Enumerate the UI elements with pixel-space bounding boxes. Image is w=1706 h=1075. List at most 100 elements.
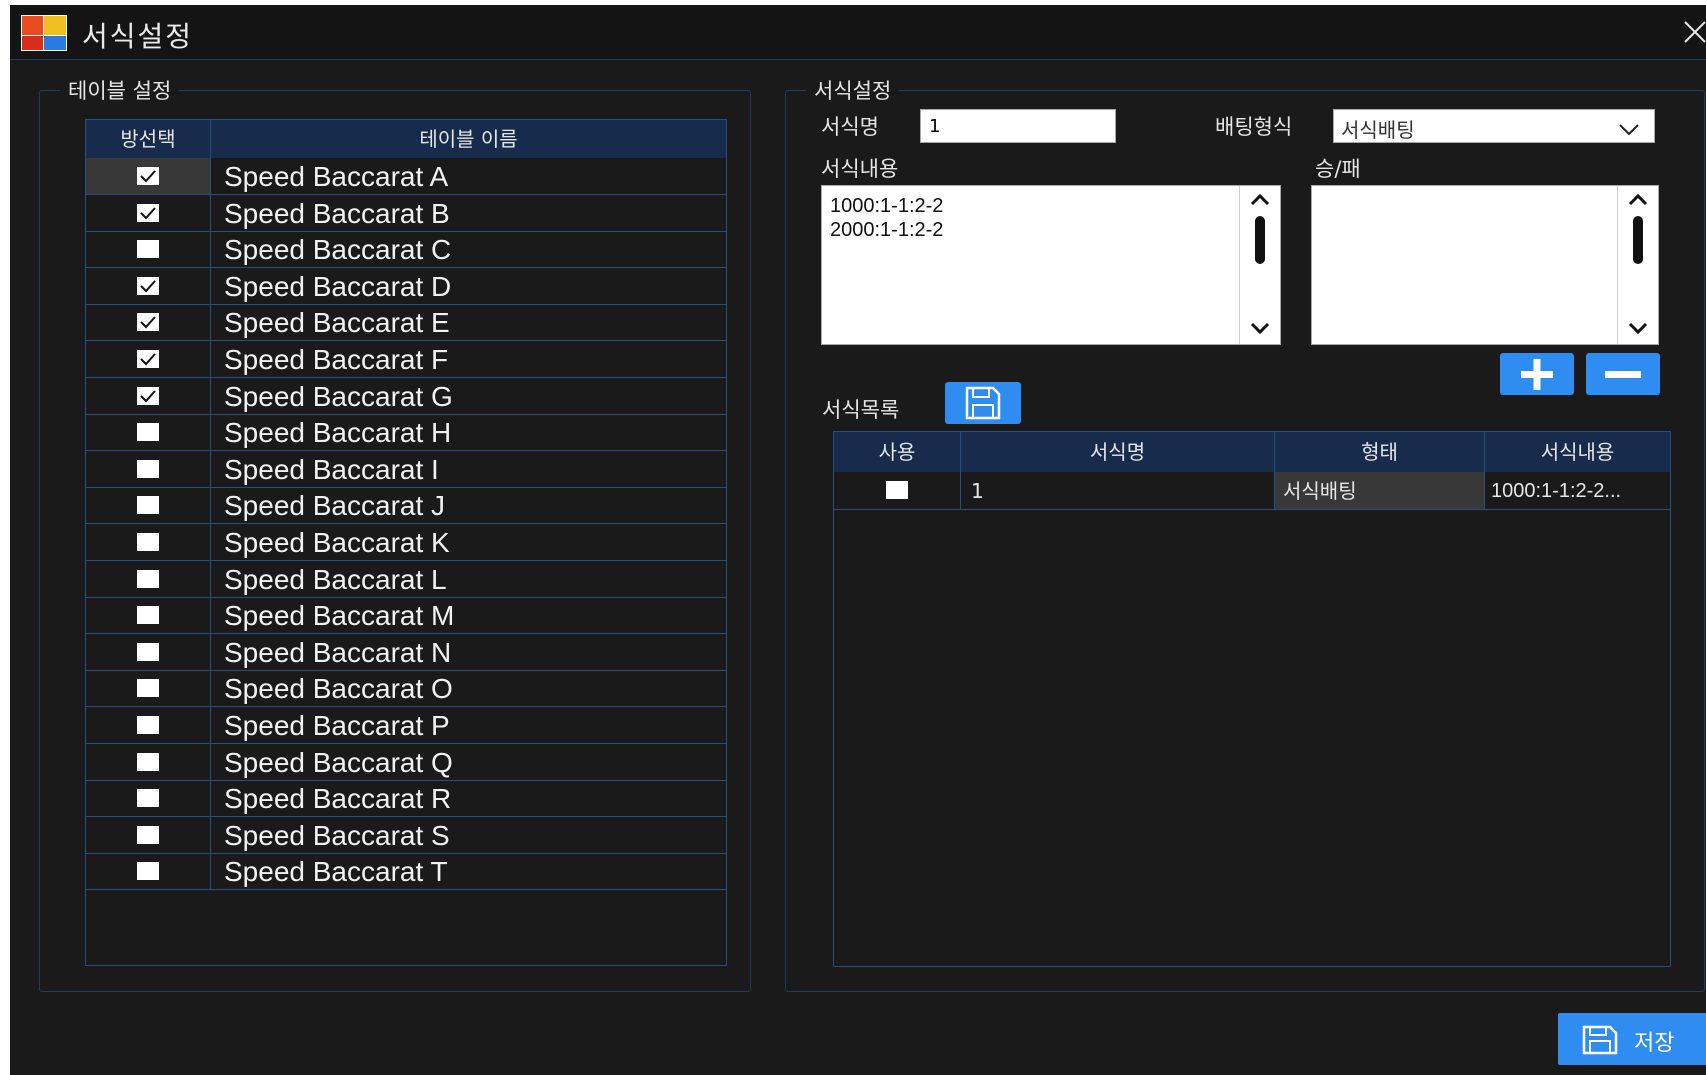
table-name-cell: Speed Baccarat P — [224, 710, 450, 741]
select-cell[interactable] — [86, 304, 211, 341]
table-name-cell: Speed Baccarat F — [224, 344, 449, 375]
add-button[interactable] — [1500, 353, 1574, 395]
select-cell[interactable] — [86, 560, 211, 597]
table-row[interactable]: Speed Baccarat B — [86, 194, 726, 232]
content-textarea[interactable]: 1000:1-1:2-2 2000:1-1:2-2 — [821, 185, 1281, 345]
select-cell[interactable] — [86, 487, 211, 524]
table-name-cell: Speed Baccarat J — [224, 490, 446, 522]
use-cell[interactable] — [834, 472, 961, 509]
table-name-cell: Speed Baccarat Q — [224, 746, 453, 778]
table-name-cell: Speed Baccarat R — [224, 783, 452, 815]
content-line: 2000:1-1:2-2 — [830, 219, 944, 241]
type-cell: 서식배팅 — [1275, 472, 1485, 509]
table-row[interactable]: Speed Baccarat P — [86, 707, 726, 744]
col-select-header[interactable]: 방선택 — [86, 120, 211, 158]
table-row[interactable]: Speed Baccarat D — [86, 267, 726, 305]
table-row[interactable]: Speed Baccarat R — [86, 780, 726, 818]
table-row[interactable]: Speed Baccarat T — [86, 853, 726, 891]
col-name-header[interactable]: 서식명 — [961, 432, 1275, 472]
table-name-cell: Speed Baccarat I — [224, 453, 439, 485]
bet-type-select[interactable]: 서식배팅 — [1333, 109, 1655, 143]
select-cell[interactable] — [86, 414, 211, 451]
checkbox-unchecked[interactable] — [137, 533, 159, 551]
select-cell[interactable] — [86, 780, 211, 817]
table-name-cell: Speed Baccarat M — [224, 600, 455, 632]
table-row[interactable]: Speed Baccarat N — [86, 633, 726, 671]
close-icon[interactable] — [1680, 17, 1706, 47]
table-row[interactable]: 1 서식배팅 1000:1-1:2-2... — [834, 472, 1670, 510]
select-cell[interactable] — [86, 670, 211, 707]
winlose-textarea[interactable] — [1311, 185, 1659, 345]
winlose-scrollbar[interactable] — [1617, 186, 1658, 344]
list-save-button[interactable] — [945, 382, 1021, 424]
table-row[interactable]: Speed Baccarat A — [86, 158, 726, 195]
name-cell: 1 — [961, 472, 1275, 509]
select-cell[interactable] — [86, 524, 211, 560]
checkbox-checked[interactable] — [137, 386, 159, 405]
table-row[interactable]: Speed Baccarat E — [86, 304, 726, 342]
select-cell[interactable] — [86, 707, 211, 743]
col-name-header[interactable]: 테이블 이름 — [211, 120, 726, 158]
table-row[interactable]: Speed Baccarat O — [86, 670, 726, 708]
checkbox-unchecked[interactable] — [137, 752, 159, 771]
checkbox-unchecked[interactable] — [137, 423, 159, 442]
checkbox-unchecked[interactable] — [137, 679, 159, 698]
select-cell[interactable] — [86, 450, 211, 487]
select-cell[interactable] — [86, 597, 211, 634]
table-row[interactable]: Speed Baccarat S — [86, 816, 726, 854]
table-name-cell: Speed Baccarat D — [224, 270, 452, 302]
checkbox-unchecked[interactable] — [137, 459, 159, 478]
table-row[interactable]: Speed Baccarat K — [86, 524, 726, 561]
col-content-header[interactable]: 서식내용 — [1485, 432, 1670, 472]
table-row[interactable]: Speed Baccarat C — [86, 231, 726, 269]
checkbox-unchecked[interactable] — [137, 825, 159, 844]
title-bar: 서식설정 — [10, 5, 1706, 60]
select-cell[interactable] — [86, 816, 211, 853]
checkbox-unchecked[interactable] — [137, 606, 159, 625]
select-cell[interactable] — [86, 267, 211, 304]
checkbox-unchecked[interactable] — [137, 862, 159, 881]
table-row[interactable]: Speed Baccarat M — [86, 597, 726, 635]
app-icon — [21, 15, 67, 51]
use-checkbox[interactable] — [886, 481, 908, 499]
bet-type-value: 서식배팅 — [1341, 118, 1415, 142]
checkbox-unchecked[interactable] — [137, 240, 159, 259]
select-cell[interactable] — [86, 743, 211, 780]
select-cell[interactable] — [86, 341, 211, 377]
save-button[interactable]: 저장 — [1558, 1013, 1706, 1065]
table-row[interactable]: Speed Baccarat F — [86, 341, 726, 378]
remove-button[interactable] — [1586, 353, 1660, 395]
select-cell[interactable] — [86, 377, 211, 414]
checkbox-checked[interactable] — [137, 313, 159, 332]
checkbox-unchecked[interactable] — [137, 569, 159, 588]
table-settings-title: 테이블 설정 — [60, 75, 180, 105]
format-name-input[interactable]: 1 — [920, 109, 1116, 143]
select-cell[interactable] — [86, 633, 211, 670]
table-row[interactable]: Speed Baccarat J — [86, 487, 726, 525]
checkbox-unchecked[interactable] — [137, 789, 159, 808]
checkbox-checked[interactable] — [137, 350, 159, 368]
select-cell[interactable] — [86, 231, 211, 268]
select-cell[interactable] — [86, 853, 211, 890]
checkbox-checked[interactable] — [137, 276, 159, 295]
checkbox-unchecked[interactable] — [137, 642, 159, 661]
save-button-label: 저장 — [1634, 1031, 1675, 1056]
select-cell[interactable] — [86, 158, 211, 194]
table-row[interactable]: Speed Baccarat I — [86, 450, 726, 488]
select-cell[interactable] — [86, 194, 211, 231]
checkbox-checked[interactable] — [137, 167, 159, 185]
table-row[interactable]: Speed Baccarat G — [86, 377, 726, 415]
content-scrollbar[interactable] — [1239, 186, 1280, 344]
col-use-header[interactable]: 사용 — [834, 432, 961, 472]
table-name-cell: Speed Baccarat B — [224, 197, 450, 229]
col-type-header[interactable]: 형태 — [1275, 432, 1485, 472]
format-settings-title: 서식설정 — [806, 75, 900, 105]
checkbox-checked[interactable] — [137, 203, 159, 222]
window-title: 서식설정 — [82, 20, 194, 53]
table-row[interactable]: Speed Baccarat L — [86, 560, 726, 598]
table-row[interactable]: Speed Baccarat Q — [86, 743, 726, 781]
table-row[interactable]: Speed Baccarat H — [86, 414, 726, 452]
checkbox-unchecked[interactable] — [137, 716, 159, 734]
table-name-cell: Speed Baccarat A — [224, 161, 449, 192]
checkbox-unchecked[interactable] — [137, 496, 159, 515]
